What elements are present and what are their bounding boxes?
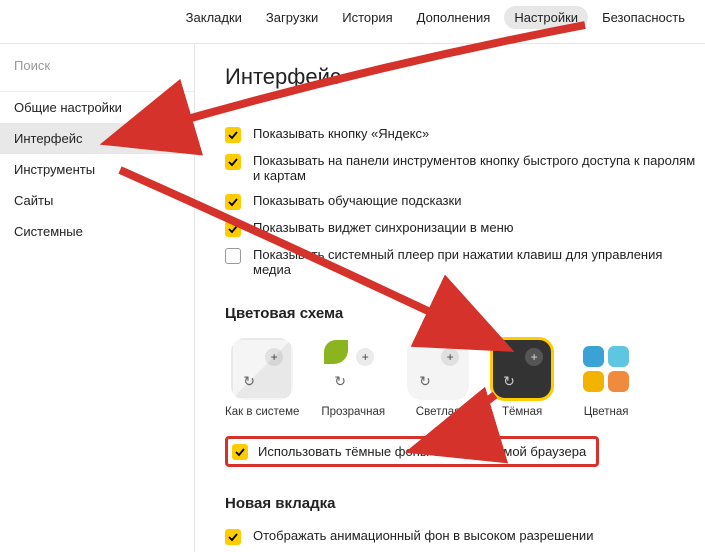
option-animated-bg-hires[interactable]: Отображать анимационный фон в высоком ра…: [225, 528, 697, 545]
theme-label: Тёмная: [502, 406, 542, 418]
topnav-settings[interactable]: Настройки: [504, 6, 588, 29]
color-scheme-heading: Цветовая схема: [225, 305, 697, 322]
topnav-addons[interactable]: Дополнения: [407, 6, 501, 29]
option-label: Показывать обучающие подсказки: [253, 193, 461, 208]
checkbox-icon[interactable]: [225, 194, 241, 210]
topnav-downloads[interactable]: Загрузки: [256, 6, 328, 29]
theme-label: Прозрачная: [321, 406, 385, 418]
theme-label: Светлая: [416, 406, 461, 418]
dark-backgrounds-highlight: Использовать тёмные фоны с тёмной темой …: [225, 436, 599, 467]
dark-backgrounds-label: Использовать тёмные фоны с тёмной темой …: [258, 444, 586, 459]
general-options: Показывать кнопку «Яндекс» Показывать на…: [225, 126, 697, 277]
checkbox-icon[interactable]: [225, 529, 241, 545]
plus-icon: +: [441, 348, 459, 366]
option-label: Показывать виджет синхронизации в меню: [253, 220, 514, 235]
option-show-media-player[interactable]: Показывать системный плеер при нажатии к…: [225, 247, 697, 277]
option-show-yandex-button[interactable]: Показывать кнопку «Яндекс»: [225, 126, 697, 143]
plus-icon: +: [525, 348, 543, 366]
sidebar-item-tools[interactable]: Инструменты: [0, 154, 194, 185]
sidebar-item-system[interactable]: Системные: [0, 216, 194, 247]
plus-icon: +: [356, 348, 374, 366]
theme-dark[interactable]: + ↻ Тёмная: [491, 338, 553, 418]
checkbox-icon[interactable]: [225, 127, 241, 143]
theme-color[interactable]: Цветная: [575, 338, 637, 418]
search-box[interactable]: Поиск: [0, 44, 194, 92]
option-label: Показывать системный плеер при нажатии к…: [253, 247, 697, 277]
sidebar: Поиск Общие настройки Интерфейс Инструме…: [0, 44, 195, 552]
theme-list: + ↻ Как в системе + ↻ Прозрачная + ↻ Светла…: [225, 338, 697, 418]
sidebar-item-general[interactable]: Общие настройки: [0, 92, 194, 123]
topnav-history[interactable]: История: [332, 6, 402, 29]
main-content: Интерфейс Показывать кнопку «Яндекс» Пок…: [195, 44, 705, 552]
reload-icon: ↻: [503, 373, 515, 390]
option-label: Показывать на панели инструментов кнопку…: [253, 153, 697, 183]
reload-icon: ↻: [334, 373, 346, 390]
option-show-hints[interactable]: Показывать обучающие подсказки: [225, 193, 697, 210]
option-label: Показывать кнопку «Яндекс»: [253, 126, 429, 141]
theme-system[interactable]: + ↻ Как в системе: [225, 338, 299, 418]
checkbox-icon[interactable]: [225, 248, 241, 264]
search-input[interactable]: Поиск: [14, 58, 50, 73]
reload-icon: ↻: [243, 373, 255, 390]
new-tab-heading: Новая вкладка: [225, 495, 697, 512]
checkbox-icon[interactable]: [232, 444, 248, 460]
sidebar-item-interface[interactable]: Интерфейс: [0, 123, 194, 154]
option-label: Отображать анимационный фон в высоком ра…: [253, 528, 593, 543]
topnav-bookmarks[interactable]: Закладки: [176, 6, 252, 29]
page-title: Интерфейс: [225, 64, 697, 90]
top-nav: Закладки Загрузки История Дополнения Нас…: [0, 0, 705, 44]
theme-light[interactable]: + ↻ Светлая: [407, 338, 469, 418]
checkbox-icon[interactable]: [225, 221, 241, 237]
checkbox-icon[interactable]: [225, 154, 241, 170]
plus-icon: +: [265, 348, 283, 366]
theme-label: Цветная: [584, 406, 629, 418]
option-show-sync-widget[interactable]: Показывать виджет синхронизации в меню: [225, 220, 697, 237]
theme-transparent[interactable]: + ↻ Прозрачная: [321, 338, 385, 418]
reload-icon: ↻: [419, 373, 431, 390]
option-show-toolbar-button[interactable]: Показывать на панели инструментов кнопку…: [225, 153, 697, 183]
topnav-security[interactable]: Безопасность: [592, 6, 695, 29]
sidebar-item-sites[interactable]: Сайты: [0, 185, 194, 216]
theme-label: Как в системе: [225, 406, 299, 418]
